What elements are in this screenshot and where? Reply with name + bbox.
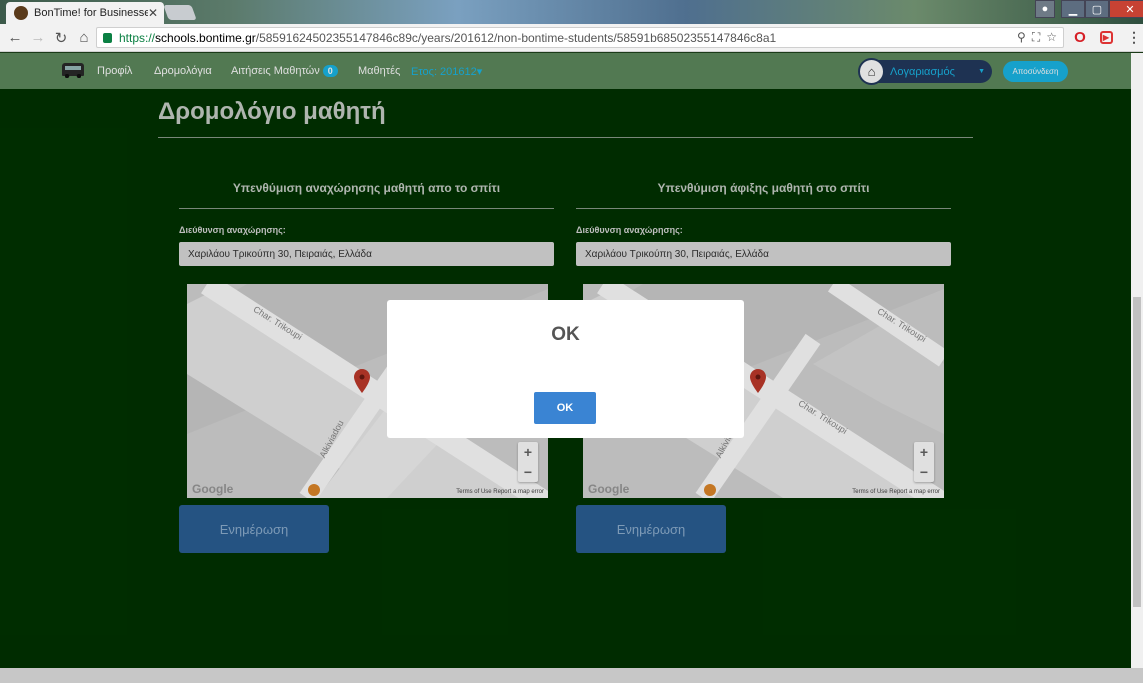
browser-tab[interactable]: BonTime! for Businesses ✕: [6, 2, 164, 24]
maximize-icon[interactable]: ▢: [1085, 0, 1109, 18]
translate-icon[interactable]: ⛶: [1032, 30, 1040, 45]
window-controls: ● ▁ ▢ ✕: [1035, 0, 1143, 18]
opera-extension-icon[interactable]: O: [1070, 27, 1090, 47]
close-tab-icon[interactable]: ✕: [148, 6, 158, 20]
alert-modal: OK OK: [387, 300, 744, 438]
media-extension-icon[interactable]: ▶: [1096, 27, 1116, 47]
zoom-icon[interactable]: ⚲: [1017, 30, 1026, 45]
address-bar[interactable]: https://schools.bontime.gr/5859162450235…: [96, 27, 1064, 48]
home-icon[interactable]: ⌂: [73, 27, 95, 49]
browser-toolbar: ← → ↻ ⌂ https://schools.bontime.gr/58591…: [0, 24, 1143, 52]
modal-title: OK: [551, 324, 580, 345]
page-bottom-band: [0, 668, 1143, 683]
new-tab-button[interactable]: [163, 5, 197, 20]
lock-icon: [103, 32, 112, 43]
minimize-icon[interactable]: ▁: [1061, 0, 1085, 18]
browser-menu-icon[interactable]: ⋮: [1124, 27, 1143, 47]
user-profile-icon[interactable]: ●: [1035, 0, 1055, 18]
bontime-favicon-icon: [14, 6, 28, 20]
bookmark-star-icon[interactable]: ☆: [1046, 30, 1057, 45]
modal-ok-button[interactable]: OK: [534, 392, 596, 424]
close-window-icon[interactable]: ✕: [1109, 0, 1143, 18]
browser-titlebar: BonTime! for Businesses ✕ ● ▁ ▢ ✕: [0, 0, 1143, 24]
forward-icon[interactable]: →: [27, 27, 49, 49]
url-text: https://schools.bontime.gr/5859162450235…: [119, 30, 777, 45]
tab-title: BonTime! for Businesses: [34, 7, 148, 19]
page-scrollbar[interactable]: [1131, 53, 1143, 668]
back-icon[interactable]: ←: [4, 27, 26, 49]
page-viewport: Προφίλ Δρομολόγια Αιτήσεις Μαθητών 0 Μαθη…: [0, 53, 1131, 668]
scrollbar-thumb[interactable]: [1133, 297, 1141, 607]
reload-icon[interactable]: ↻: [50, 27, 72, 49]
